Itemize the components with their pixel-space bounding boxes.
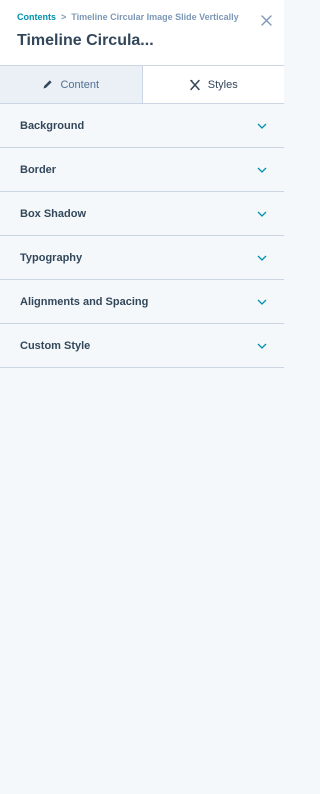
section-box-shadow[interactable]: Box Shadow [0,192,284,236]
section-label: Border [20,163,57,176]
section-border[interactable]: Border [0,148,284,192]
chevron-down-icon [256,208,268,220]
chevron-down-icon [256,296,268,308]
chevron-down-icon [256,252,268,264]
breadcrumb-separator: > [61,12,67,22]
section-label: Background [20,119,85,132]
chevron-down-icon [256,340,268,352]
section-label: Typography [20,251,83,264]
panel-empty-area [0,368,284,794]
tab-bar: Content Styles [0,66,284,104]
style-panel: Contents > Timeline Circular Image Slide… [0,0,284,794]
section-background[interactable]: Background [0,104,284,148]
section-alignments-spacing[interactable]: Alignments and Spacing [0,280,284,324]
close-icon [260,14,272,26]
chevron-down-icon [256,120,268,132]
panel-header: Contents > Timeline Circular Image Slide… [0,0,284,66]
breadcrumb-current: Timeline Circular Image Slide Vertically [71,12,239,22]
tab-styles[interactable]: Styles [142,66,284,103]
tab-content[interactable]: Content [0,66,143,103]
brush-icon [189,79,200,90]
section-typography[interactable]: Typography [0,236,284,280]
module-title: Timeline Circula... [17,32,154,49]
chevron-down-icon [256,164,268,176]
close-button[interactable] [258,12,274,28]
tab-styles-label: Styles [207,78,238,91]
breadcrumb-contents-link[interactable]: Contents [17,12,56,22]
section-label: Alignments and Spacing [20,295,149,308]
style-sections: Background Border Box Shadow Typography … [0,104,284,368]
tab-content-label: Content [60,78,100,91]
breadcrumb: Contents > Timeline Circular Image Slide… [17,12,268,22]
section-custom-style[interactable]: Custom Style [0,324,284,368]
section-label: Box Shadow [20,207,87,220]
pencil-icon [43,80,53,89]
section-label: Custom Style [20,339,91,352]
